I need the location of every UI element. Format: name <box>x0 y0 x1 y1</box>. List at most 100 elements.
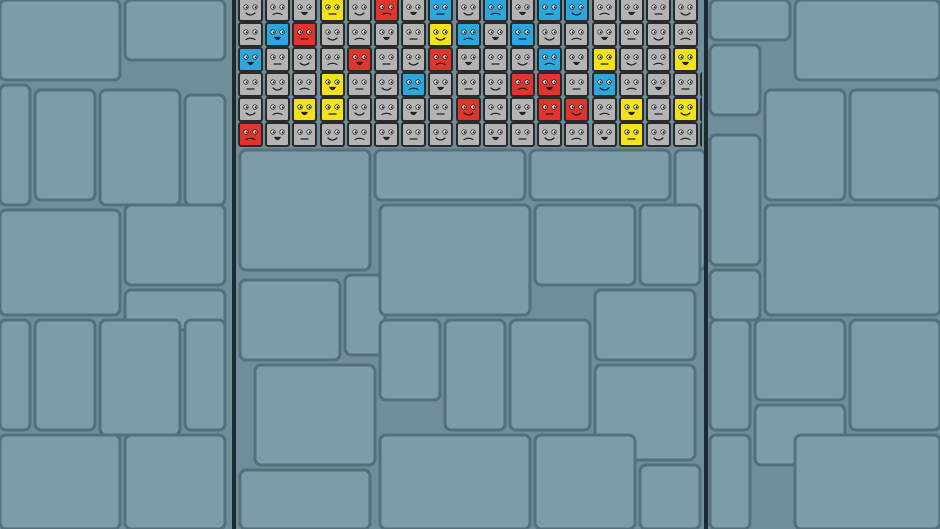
block-tile[interactable] <box>646 122 671 147</box>
block-tile[interactable] <box>265 122 291 147</box>
block-tile[interactable] <box>401 0 427 22</box>
block-tile[interactable] <box>346 122 372 147</box>
block-tile[interactable] <box>510 47 535 72</box>
block-tile[interactable] <box>401 122 427 147</box>
block-tile[interactable] <box>618 22 644 47</box>
block-tile[interactable] <box>319 47 345 72</box>
block-tile[interactable] <box>238 22 263 47</box>
block-tile[interactable] <box>537 47 563 72</box>
block-tile[interactable] <box>455 97 481 122</box>
block-tile[interactable] <box>564 72 590 97</box>
block-tile[interactable] <box>537 122 563 147</box>
block-tile[interactable] <box>292 72 318 97</box>
block-tile[interactable] <box>482 97 508 122</box>
block-tile[interactable] <box>510 97 535 122</box>
block-tile[interactable] <box>646 47 671 72</box>
block-tile[interactable] <box>265 0 291 22</box>
block-tile[interactable] <box>374 122 399 147</box>
block-tile[interactable] <box>700 72 702 97</box>
block-tile[interactable] <box>537 97 563 122</box>
block-tile[interactable] <box>673 122 699 147</box>
block-tile[interactable] <box>564 97 590 122</box>
block-tile[interactable] <box>374 97 399 122</box>
block-tile[interactable] <box>673 97 699 122</box>
block-tile[interactable] <box>455 22 481 47</box>
block-tile[interactable] <box>510 0 535 22</box>
block-tile[interactable] <box>673 47 699 72</box>
block-tile[interactable] <box>673 0 699 22</box>
block-tile[interactable] <box>482 22 508 47</box>
block-tile[interactable] <box>537 72 563 97</box>
block-tile[interactable] <box>618 97 644 122</box>
block-tile[interactable] <box>238 0 263 22</box>
block-tile[interactable] <box>346 97 372 122</box>
block-tile[interactable] <box>401 47 427 72</box>
block-tile[interactable] <box>537 22 563 47</box>
block-tile[interactable] <box>591 122 617 147</box>
block-tile[interactable] <box>428 22 454 47</box>
block-tile[interactable] <box>238 97 263 122</box>
block-tile[interactable] <box>319 97 345 122</box>
block-tile[interactable] <box>591 97 617 122</box>
block-tile[interactable] <box>618 0 644 22</box>
block-tile[interactable] <box>564 122 590 147</box>
block-tile[interactable] <box>510 122 535 147</box>
block-tile[interactable] <box>591 47 617 72</box>
block-tile[interactable] <box>646 97 671 122</box>
block-tile[interactable] <box>618 47 644 72</box>
block-tile[interactable] <box>265 72 291 97</box>
block-tile[interactable] <box>673 72 699 97</box>
block-tile[interactable] <box>673 22 699 47</box>
block-tile[interactable] <box>374 72 399 97</box>
block-tile[interactable] <box>319 72 345 97</box>
block-tile[interactable] <box>265 22 291 47</box>
block-tile[interactable] <box>510 72 535 97</box>
block-tile[interactable] <box>238 122 263 147</box>
block-tile[interactable] <box>564 0 590 22</box>
block-tile[interactable] <box>292 22 318 47</box>
block-tile[interactable] <box>482 0 508 22</box>
block-tile[interactable] <box>238 72 263 97</box>
block-tile[interactable] <box>482 72 508 97</box>
block-tile[interactable] <box>455 47 481 72</box>
block-tile[interactable] <box>292 47 318 72</box>
block-tile[interactable] <box>564 22 590 47</box>
block-tile[interactable] <box>591 72 617 97</box>
block-tile[interactable] <box>401 97 427 122</box>
block-tile[interactable] <box>319 22 345 47</box>
block-tile[interactable] <box>265 47 291 72</box>
block-tile[interactable] <box>401 22 427 47</box>
block-tile[interactable] <box>618 122 644 147</box>
block-tile[interactable] <box>510 22 535 47</box>
block-tile[interactable] <box>346 0 372 22</box>
block-tile[interactable] <box>564 47 590 72</box>
block-tile[interactable] <box>428 72 454 97</box>
block-tile[interactable] <box>292 0 318 22</box>
block-tile[interactable] <box>455 122 481 147</box>
block-tile[interactable] <box>428 47 454 72</box>
block-tile[interactable] <box>374 22 399 47</box>
block-tile[interactable] <box>591 0 617 22</box>
block-tile[interactable] <box>700 122 702 147</box>
block-tile[interactable] <box>618 72 644 97</box>
block-tile[interactable] <box>346 22 372 47</box>
block-tile[interactable] <box>238 47 263 72</box>
block-tile[interactable] <box>401 72 427 97</box>
block-tile[interactable] <box>428 0 454 22</box>
block-tile[interactable] <box>646 0 671 22</box>
block-tile[interactable] <box>428 122 454 147</box>
block-grid[interactable] <box>238 0 702 150</box>
block-tile[interactable] <box>482 47 508 72</box>
block-tile[interactable] <box>455 0 481 22</box>
block-tile[interactable] <box>591 22 617 47</box>
block-tile[interactable] <box>265 97 291 122</box>
block-tile[interactable] <box>646 72 671 97</box>
block-tile[interactable] <box>700 97 702 122</box>
block-tile[interactable] <box>374 0 399 22</box>
block-tile[interactable] <box>374 47 399 72</box>
block-tile[interactable] <box>482 122 508 147</box>
block-tile[interactable] <box>292 97 318 122</box>
block-tile[interactable] <box>319 122 345 147</box>
block-tile[interactable] <box>646 22 671 47</box>
block-tile[interactable] <box>428 97 454 122</box>
